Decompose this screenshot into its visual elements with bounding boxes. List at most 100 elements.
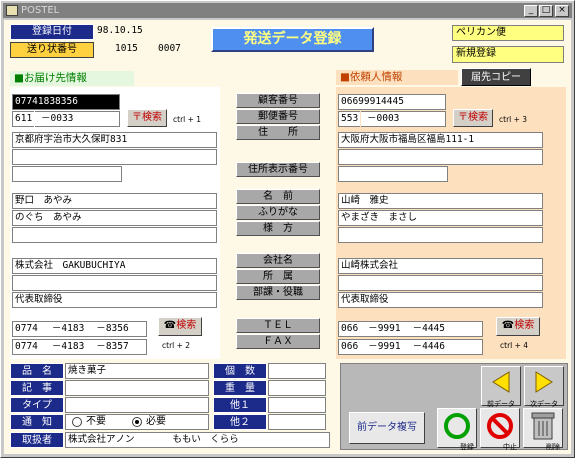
sender-dept-field[interactable] xyxy=(338,275,543,291)
qty-field[interactable] xyxy=(268,363,326,379)
minimize-button[interactable]: _ xyxy=(524,5,538,17)
sender-tel-field[interactable]: 066 －9991 －4445 xyxy=(338,321,483,337)
dest-zip-search-button[interactable]: 〒検索 xyxy=(127,109,167,127)
position-label[interactable]: 部課・役職 xyxy=(236,285,320,300)
sender-zip-hint: ctrl + 3 xyxy=(499,115,528,124)
dest-tel-search-button[interactable]: ☎検索 xyxy=(158,317,202,336)
handler-field[interactable]: 株式会社アノン ももい くらら xyxy=(65,432,330,448)
note-label: 記 事 xyxy=(10,380,64,396)
sender-zip1-field[interactable]: 553 xyxy=(338,111,360,127)
delete-button[interactable]: 削除 xyxy=(523,408,563,451)
sender-fax-field[interactable]: 066 －9991 －4446 xyxy=(338,339,483,355)
carrier-field[interactable]: ペリカン便 xyxy=(452,25,564,41)
slip-no-label: 送り状番号 xyxy=(10,42,94,58)
dest-address3-field[interactable] xyxy=(12,166,122,182)
dest-zip-hint: ctrl + 1 xyxy=(173,115,202,124)
fax-label[interactable]: ＦＡＸ xyxy=(236,334,320,349)
weight-field[interactable] xyxy=(268,380,326,396)
zip-label[interactable]: 郵便番号 xyxy=(236,109,320,124)
sender-kana-field[interactable]: やまざき まさし xyxy=(338,210,543,226)
weight-label: 重 量 xyxy=(213,380,267,396)
action-panel: 前データ 次データ 前データ複写 登録 中止 削除 xyxy=(340,363,568,451)
type-field[interactable] xyxy=(65,397,209,413)
sender-zip-search-button[interactable]: 〒検索 xyxy=(453,109,493,127)
sender-panel: 06699914445 553 －0003 〒検索 ctrl + 3 大阪府大阪… xyxy=(336,87,566,359)
prev-data-button[interactable]: 前データ xyxy=(481,366,521,408)
tel-label[interactable]: ＴＥＬ xyxy=(236,318,320,333)
title-bar[interactable]: POSTEL _ □ × xyxy=(3,3,572,18)
telephone-icon: ☎ xyxy=(163,320,177,331)
address-label[interactable]: 住 所 xyxy=(236,125,320,140)
addr-display-label[interactable]: 住所表示番号 xyxy=(236,162,320,177)
kana-label[interactable]: ふりがな xyxy=(236,205,320,220)
circle-ok-icon xyxy=(444,413,470,439)
arrow-left-icon xyxy=(492,371,510,393)
dest-honorific-field[interactable] xyxy=(12,227,217,243)
item-field[interactable]: 焼き菓子 xyxy=(65,363,209,379)
sender-tel-hint: ctrl + 4 xyxy=(500,341,529,350)
dest-kana-field[interactable]: のぐち あやみ xyxy=(12,210,217,226)
qty-label: 個 数 xyxy=(213,363,267,379)
notify-options: 不要 必要 xyxy=(65,414,209,430)
copy-dest-button[interactable]: 届先コピー xyxy=(461,68,531,86)
notify-no-radio[interactable] xyxy=(72,417,82,427)
slip-no-2[interactable]: 0007 xyxy=(156,42,196,58)
company-label[interactable]: 会社名 xyxy=(236,253,320,268)
customer-no-label[interactable]: 顧客番号 xyxy=(236,93,320,108)
main-title: 発送データ登録 xyxy=(211,27,374,52)
reg-date-label: 登録日付 xyxy=(10,24,94,40)
prohibited-icon xyxy=(487,413,513,439)
sender-address2-field[interactable] xyxy=(338,149,543,165)
item-label: 品 名 xyxy=(10,363,64,379)
mode-field: 新規登録 xyxy=(452,46,564,63)
sender-name-field[interactable]: 山崎 雅史 xyxy=(338,193,543,209)
maximize-button[interactable]: □ xyxy=(539,5,553,17)
notify-yes-radio[interactable] xyxy=(132,417,142,427)
honorific-label[interactable]: 様 方 xyxy=(236,221,320,236)
sender-tel-search-button[interactable]: ☎検索 xyxy=(496,317,540,336)
dest-panel: 07741838356 611 －0033 〒検索 ctrl + 1 京都府宇治… xyxy=(10,87,220,359)
dest-phone-field[interactable]: 07741838356 xyxy=(12,94,120,110)
register-button[interactable]: 登録 xyxy=(437,408,477,451)
close-button[interactable]: × xyxy=(555,5,569,17)
sender-honorific-field[interactable] xyxy=(338,227,543,243)
main-window: POSTEL _ □ × 登録日付 98.10.15 送り状番号 1015 00… xyxy=(0,0,575,458)
next-data-button[interactable]: 次データ xyxy=(524,366,564,408)
dest-position-field[interactable]: 代表取締役 xyxy=(12,292,217,308)
dept-label[interactable]: 所 属 xyxy=(236,269,320,284)
dest-dept-field[interactable] xyxy=(12,275,217,291)
handler-label: 取扱者 xyxy=(10,432,64,448)
dest-zip2-field[interactable]: －0033 xyxy=(35,111,120,127)
telephone-icon: ☎ xyxy=(501,320,515,331)
dest-tel-field[interactable]: 0774 －4183 －8356 xyxy=(12,321,147,337)
other1-field[interactable] xyxy=(268,397,326,413)
abort-button[interactable]: 中止 xyxy=(480,408,520,451)
sender-address1-field[interactable]: 大阪府大阪市福島区福島111-1 xyxy=(338,132,543,148)
name-label[interactable]: 名 前 xyxy=(236,189,320,204)
dest-fax-field[interactable]: 0774 －4183 －8357 xyxy=(12,339,147,355)
sender-company-field[interactable]: 山崎株式会社 xyxy=(338,258,543,274)
sender-zip2-field[interactable]: －0003 xyxy=(361,111,446,127)
dest-address2-field[interactable] xyxy=(12,149,217,165)
note-field[interactable] xyxy=(65,380,209,396)
dest-tel-hint: ctrl + 2 xyxy=(162,341,191,350)
sender-position-field[interactable]: 代表取締役 xyxy=(338,292,543,308)
window-title: POSTEL xyxy=(21,5,60,16)
trash-icon xyxy=(531,412,555,440)
arrow-right-icon xyxy=(535,371,553,393)
other2-field[interactable] xyxy=(268,414,326,430)
sender-section-title: ■依頼人情報 xyxy=(336,70,458,85)
copy-prev-data-button[interactable]: 前データ複写 xyxy=(349,412,425,444)
reg-date-field[interactable]: 98.10.15 xyxy=(95,24,177,40)
notify-label: 通 知 xyxy=(10,414,64,430)
app-icon xyxy=(6,5,18,16)
dest-name-field[interactable]: 野口 あやみ xyxy=(12,193,217,209)
sender-address3-field[interactable] xyxy=(338,166,448,182)
dest-address1-field[interactable]: 京都府宇治市大久保町831 xyxy=(12,132,217,148)
sender-phone-field[interactable]: 06699914445 xyxy=(338,94,446,110)
client-area: 登録日付 98.10.15 送り状番号 1015 0007 発送データ登録 ペリ… xyxy=(4,20,571,454)
dest-company-field[interactable]: 株式会社 GAKUBUCHIYA xyxy=(12,258,217,274)
dest-zip1-field[interactable]: 611 xyxy=(12,111,34,127)
notify-no-label: 不要 xyxy=(86,416,106,427)
type-label: タイプ xyxy=(10,397,64,413)
